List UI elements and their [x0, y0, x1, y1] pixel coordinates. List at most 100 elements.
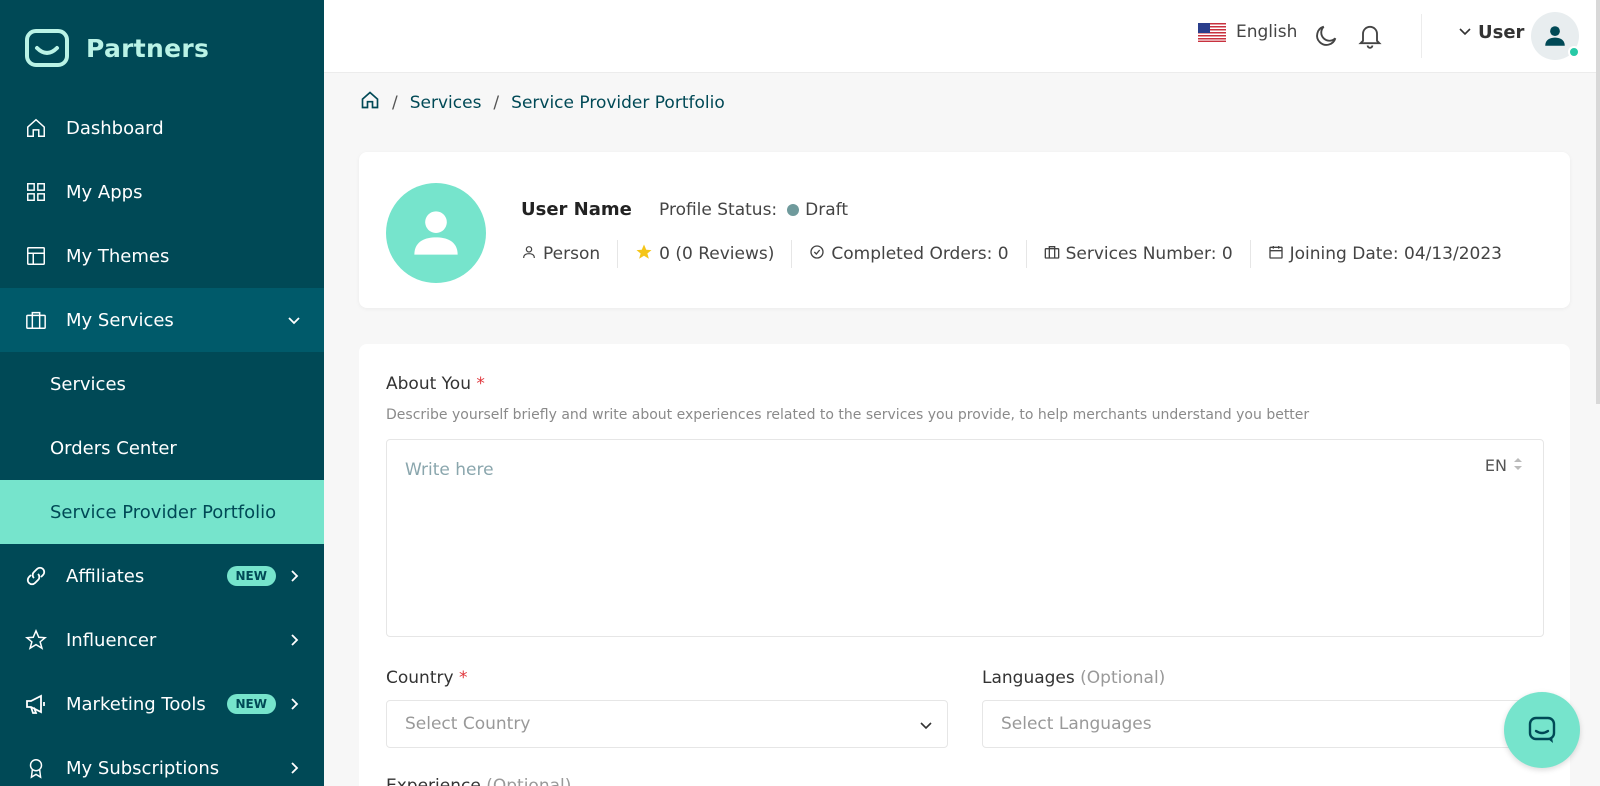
profile-joining-date: Joining Date: 04/13/2023 [1249, 240, 1519, 268]
sidebar-item-label: Influencer [66, 629, 157, 651]
languages-select[interactable]: Select Languages [982, 700, 1544, 748]
sidebar-item-label: My Apps [66, 181, 143, 203]
sidebar-subitem-label: Service Provider Portfolio [50, 501, 277, 523]
sidebar-item-label: Marketing Tools [66, 693, 206, 715]
sidebar-subitem-orders-center[interactable]: Orders Center [0, 416, 324, 480]
breadcrumb-separator: / [392, 92, 398, 113]
country-label: Country * [386, 668, 467, 688]
chevron-down-icon [919, 717, 933, 737]
brand-name: Partners [86, 33, 210, 63]
user-menu[interactable]: User [1458, 22, 1524, 43]
profile-meta: Person 0 (0 Reviews) Completed Orders: 0… [521, 240, 1519, 268]
sidebar-item-my-subscriptions[interactable]: My Subscriptions [0, 736, 324, 786]
chevron-down-icon [1458, 22, 1472, 43]
sidebar-item-influencer[interactable]: Influencer [0, 608, 324, 672]
sidebar-item-label: My Subscriptions [66, 757, 220, 779]
briefcase-icon [1044, 244, 1060, 265]
chat-support-button[interactable] [1504, 692, 1580, 768]
sidebar-subitem-services[interactable]: Services [0, 352, 324, 416]
profile-rating: 0 (0 Reviews) [617, 240, 791, 268]
about-language-select[interactable]: EN [1485, 456, 1523, 475]
optional-text: (Optional) [1080, 668, 1166, 688]
sidebar: Partners Dashboard My Apps My Themes My … [0, 0, 324, 786]
megaphone-icon [24, 692, 48, 716]
sidebar-item-dashboard[interactable]: Dashboard [0, 96, 324, 160]
sidebar-item-marketing-tools[interactable]: Marketing Tools NEW [0, 672, 324, 736]
about-language-value: EN [1484, 456, 1507, 475]
sort-arrows-icon [1513, 456, 1523, 475]
required-mark: * [476, 374, 485, 394]
dark-mode-toggle-icon[interactable] [1312, 22, 1340, 50]
award-icon [24, 756, 48, 780]
about-you-helper: Describe yourself briefly and write abou… [386, 407, 1310, 423]
language-switcher[interactable]: English [1198, 22, 1297, 42]
profile-services-number: Services Number: 0 [1025, 240, 1250, 268]
chevron-right-icon [286, 760, 302, 776]
user-icon [414, 211, 458, 255]
chevron-down-icon [286, 312, 302, 328]
chevron-right-icon [286, 632, 302, 648]
breadcrumb-separator: / [493, 92, 500, 113]
link-icon [24, 564, 48, 588]
breadcrumb: / Services / Service Provider Portfolio [360, 90, 725, 115]
home-icon[interactable] [360, 90, 380, 115]
sidebar-item-my-apps[interactable]: My Apps [0, 160, 324, 224]
profile-rating-label: 0 (0 Reviews) [659, 244, 775, 264]
about-you-textarea[interactable]: Write here EN [386, 439, 1544, 637]
user-icon [1545, 26, 1565, 46]
languages-label-text: Languages [982, 668, 1075, 688]
grid-icon [24, 180, 48, 204]
notifications-bell-icon[interactable] [1356, 21, 1384, 49]
languages-placeholder: Select Languages [1001, 714, 1152, 734]
online-status-dot [1568, 46, 1580, 58]
profile-completed-orders: Completed Orders: 0 [791, 240, 1025, 268]
sidebar-item-label: My Themes [66, 245, 170, 267]
sidebar-item-my-themes[interactable]: My Themes [0, 224, 324, 288]
breadcrumb-services-link[interactable]: Services [410, 93, 482, 113]
breadcrumb-current: Service Provider Portfolio [511, 92, 725, 113]
home-icon [24, 116, 48, 140]
profile-avatar [386, 183, 486, 283]
sidebar-subitem-label: Orders Center [50, 437, 177, 459]
country-placeholder: Select Country [405, 714, 531, 734]
portfolio-form-card: About You * Describe yourself briefly an… [359, 344, 1570, 786]
sidebar-subitem-label: Services [50, 373, 126, 395]
sidebar-item-label: My Services [66, 309, 174, 331]
chevron-right-icon [286, 696, 302, 712]
user-name-label: User [1478, 22, 1525, 43]
completed-orders-label: Completed Orders: 0 [831, 244, 1009, 264]
languages-label: Languages (Optional) [982, 668, 1165, 688]
user-avatar[interactable] [1531, 12, 1580, 60]
sidebar-item-label: Affiliates [66, 565, 145, 587]
profile-status-label: Profile Status: [659, 200, 778, 220]
sidebar-item-my-services[interactable]: My Services [0, 288, 324, 352]
joining-date-label: Joining Date: 04/13/2023 [1289, 244, 1502, 264]
profile-type: Person [521, 240, 617, 268]
required-mark: * [458, 668, 468, 688]
country-select[interactable]: Select Country [386, 700, 948, 748]
calendar-icon [1268, 244, 1284, 265]
about-you-label: About You * [386, 374, 485, 394]
check-circle-icon [809, 244, 825, 265]
new-badge: NEW [226, 694, 276, 714]
optional-text: (Optional) [486, 776, 572, 786]
star-icon [635, 243, 653, 266]
us-flag-icon [1198, 22, 1226, 42]
layout-icon [24, 244, 48, 268]
page-scrollbar[interactable] [1596, 0, 1600, 404]
person-icon [521, 244, 537, 265]
profile-name: User Name [521, 199, 632, 220]
profile-status: Profile Status: Draft [659, 200, 848, 220]
services-number-label: Services Number: 0 [1065, 244, 1233, 264]
partners-logo-icon [24, 28, 70, 68]
sidebar-subitem-service-provider-portfolio[interactable]: Service Provider Portfolio [0, 480, 324, 544]
star-icon [24, 628, 48, 652]
profile-status-value: Draft [805, 200, 849, 220]
sidebar-item-affiliates[interactable]: Affiliates NEW [0, 544, 324, 608]
brand[interactable]: Partners [0, 0, 324, 96]
sidebar-item-label: Dashboard [66, 117, 164, 139]
profile-type-label: Person [543, 244, 601, 264]
new-badge: NEW [226, 566, 276, 586]
status-dot [787, 204, 800, 216]
briefcase-icon [24, 308, 48, 332]
